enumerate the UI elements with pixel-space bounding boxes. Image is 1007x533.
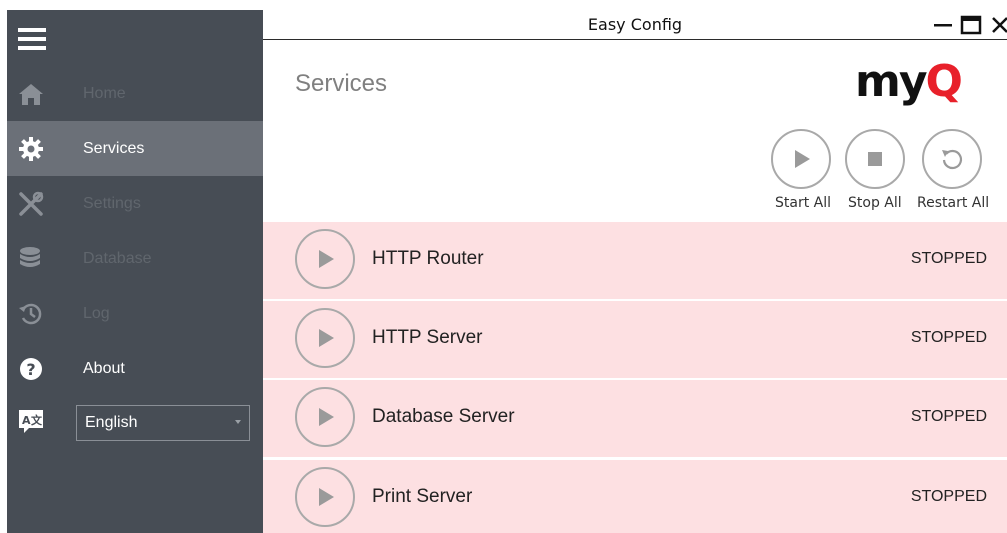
play-icon (319, 488, 334, 506)
service-status: STOPPED (910, 250, 987, 267)
start-service-button[interactable] (295, 387, 355, 447)
hamburger-menu-icon[interactable] (18, 28, 46, 50)
service-row-http-router: HTTP Router STOPPED (263, 222, 1007, 299)
window-title: Easy Config (587, 15, 683, 34)
sidebar-item-settings[interactable]: Settings (7, 176, 263, 231)
home-icon (7, 66, 83, 121)
sidebar-item-log[interactable]: Log (7, 286, 263, 341)
database-icon (7, 231, 83, 286)
chevron-down-icon (235, 420, 241, 424)
service-row-print-server: Print Server STOPPED (263, 460, 1007, 533)
wrench-icon (7, 176, 83, 231)
close-icon (992, 17, 1007, 33)
restart-all-button[interactable] (922, 129, 982, 189)
language-select[interactable]: English (76, 405, 250, 441)
stop-icon (868, 152, 882, 166)
maximize-icon (960, 15, 982, 35)
title-bar: Easy Config (263, 10, 1007, 40)
svg-text:A: A (22, 414, 31, 427)
sidebar: Home Services Settings Database Log ? Ab… (7, 10, 263, 533)
myq-logo: myQ (855, 56, 963, 107)
service-status: STOPPED (910, 488, 987, 505)
history-icon (7, 286, 83, 341)
minimize-button[interactable] (933, 14, 953, 39)
language-icon: A文 (18, 408, 44, 439)
page-title: Services (295, 70, 388, 97)
help-icon: ? (7, 341, 83, 396)
close-button[interactable] (990, 14, 1007, 41)
service-name: Database Server (372, 406, 515, 427)
service-name: HTTP Server (372, 327, 483, 348)
sidebar-item-label: Settings (83, 194, 141, 212)
service-status: STOPPED (910, 329, 987, 346)
sidebar-item-label: Log (83, 304, 110, 322)
sidebar-item-services[interactable]: Services (7, 121, 263, 176)
stop-all-label: Stop All (848, 195, 902, 211)
sidebar-item-label: Database (83, 249, 152, 267)
service-row-http-server: HTTP Server STOPPED (263, 301, 1007, 378)
service-row-database-server: Database Server STOPPED (263, 380, 1007, 457)
start-all-button[interactable] (771, 129, 831, 189)
restart-all-label: Restart All (917, 195, 990, 211)
service-name: Print Server (372, 486, 473, 507)
service-name: HTTP Router (372, 248, 484, 269)
sidebar-item-home[interactable]: Home (7, 66, 263, 121)
minimize-icon (934, 24, 952, 27)
start-all-label: Start All (775, 195, 832, 211)
start-service-button[interactable] (295, 229, 355, 289)
sidebar-item-about[interactable]: ? About (7, 341, 263, 396)
play-icon (319, 408, 334, 426)
start-service-button[interactable] (295, 308, 355, 368)
gear-icon (7, 121, 83, 176)
svg-text:文: 文 (31, 413, 43, 427)
sidebar-item-database[interactable]: Database (7, 231, 263, 286)
play-icon (319, 250, 334, 268)
restart-icon (942, 149, 963, 170)
sidebar-item-label: Home (83, 84, 126, 102)
start-service-button[interactable] (295, 467, 355, 527)
maximize-button[interactable] (960, 14, 982, 41)
svg-text:?: ? (26, 360, 35, 379)
stop-all-button[interactable] (845, 129, 905, 189)
play-icon (795, 150, 810, 168)
sidebar-item-label: About (83, 359, 125, 377)
language-select-value: English (85, 414, 138, 431)
service-status: STOPPED (910, 408, 987, 425)
play-icon (319, 329, 334, 347)
sidebar-item-label: Services (83, 139, 145, 157)
